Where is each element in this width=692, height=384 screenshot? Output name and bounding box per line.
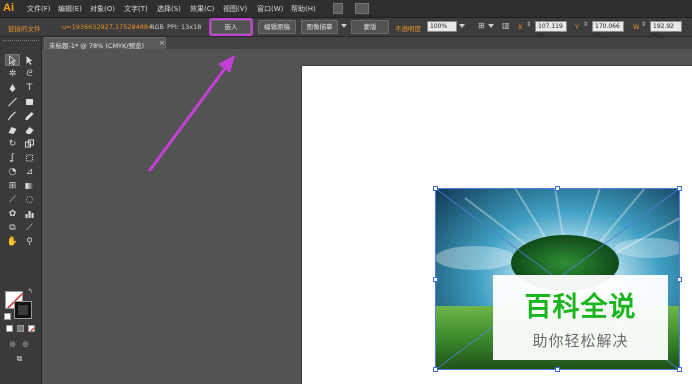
- menu-window[interactable]: 窗口(W): [257, 4, 283, 14]
- image-trace-button[interactable]: 图像描摹: [301, 20, 338, 34]
- menu-effect[interactable]: 效果(C): [190, 4, 214, 14]
- bounding-handle-top-right[interactable]: [677, 186, 682, 191]
- bounding-handle-bottom-left[interactable]: [433, 367, 438, 372]
- y-input[interactable]: 170.066 m: [592, 21, 624, 39]
- arrange-documents-icon[interactable]: [355, 3, 369, 14]
- paintbrush-tool-icon[interactable]: [5, 110, 20, 122]
- menu-bar: Ai 文件(F) 编辑(E) 对象(O) 文字(T) 选择(S) 效果(C) 视…: [0, 0, 692, 18]
- bounding-handle-bottom[interactable]: [555, 367, 560, 372]
- x-input[interactable]: 107.119 m: [535, 21, 567, 39]
- edit-original-button[interactable]: 编辑原稿: [258, 20, 296, 34]
- screen-mode-icon[interactable]: ⧉: [12, 353, 27, 365]
- default-colors-icon[interactable]: [4, 313, 11, 320]
- ppi-value: PPI: 13x18: [167, 23, 202, 31]
- menu-help[interactable]: 帮助(H): [291, 4, 316, 14]
- scale-tool-icon[interactable]: [22, 138, 37, 150]
- watermark-box: 百科全说 助你轻松解决: [493, 275, 668, 360]
- bounding-handle-left[interactable]: [433, 277, 438, 282]
- linked-file-label[interactable]: 链接的文件: [8, 23, 41, 33]
- warp-tool-icon[interactable]: ʆ: [5, 152, 20, 164]
- x-label: X: [518, 23, 523, 31]
- rotate-tool-icon[interactable]: ↻: [5, 138, 20, 150]
- pen-tool-icon[interactable]: [5, 82, 20, 94]
- column-graph-tool-icon[interactable]: [22, 208, 37, 220]
- embed-button[interactable]: 嵌入: [209, 18, 253, 36]
- w-stepper-icon[interactable]: ⇕: [641, 21, 646, 28]
- swap-fill-stroke-icon[interactable]: ↰: [26, 287, 34, 295]
- symbol-sprayer-tool-icon[interactable]: ✿: [5, 208, 20, 220]
- opacity-label[interactable]: 不透明度: [395, 23, 421, 33]
- watermark-subtitle: 助你轻松解决: [532, 332, 629, 350]
- mask-button[interactable]: 蒙版: [351, 20, 389, 34]
- menu-type[interactable]: 文字(T): [124, 4, 148, 14]
- selection-tool-icon[interactable]: [5, 54, 20, 66]
- watermark-title: 百科全说: [524, 292, 637, 323]
- lasso-tool-icon[interactable]: ᘓ: [22, 68, 37, 80]
- y-label: Y: [575, 23, 579, 31]
- panel-grip[interactable]: [3, 40, 39, 44]
- document-tab-bar: 未标题-1* @ 78% (CMYK/预览) ×: [42, 37, 692, 50]
- image-trace-dropdown-icon[interactable]: [341, 24, 347, 28]
- menu-edit[interactable]: 编辑(E): [58, 4, 82, 14]
- linked-filename[interactable]: u=1936632927,175284884...: [62, 23, 158, 31]
- x-stepper-icon[interactable]: ⇕: [526, 21, 531, 28]
- menu-select[interactable]: 选择(S): [157, 4, 181, 14]
- opacity-dropdown-icon[interactable]: [459, 24, 465, 28]
- control-bar: 链接的文件 u=1936632927,175284884... RGB PPI:…: [0, 18, 692, 39]
- opacity-input[interactable]: 100%: [427, 21, 457, 32]
- type-tool-icon[interactable]: T: [22, 82, 37, 94]
- eraser-tool-icon[interactable]: [22, 124, 37, 136]
- gradient-tool-icon[interactable]: [22, 180, 37, 192]
- slice-tool-icon[interactable]: ⟋: [22, 222, 37, 234]
- color-mode-icon[interactable]: [6, 325, 13, 332]
- bounding-handle-top[interactable]: [555, 186, 560, 191]
- blend-tool-icon[interactable]: ◌: [22, 194, 37, 206]
- none-mode-icon[interactable]: [28, 325, 35, 332]
- artboard-tool-icon[interactable]: ⧉: [5, 222, 20, 234]
- reference-point-icon[interactable]: ⊞: [478, 21, 485, 30]
- menu-view[interactable]: 视图(V): [223, 4, 247, 14]
- menu-file[interactable]: 文件(F): [27, 4, 51, 14]
- magic-wand-tool-icon[interactable]: ✲: [5, 68, 20, 80]
- y-stepper-icon[interactable]: ⇕: [583, 21, 588, 28]
- w-label: W: [633, 23, 640, 31]
- bounding-handle-top-left[interactable]: [433, 186, 438, 191]
- tools-panel: ✲ ᘓ T ↻ ʆ ◔ ⊿ ⊞ ⟋ ◌ ✿ ⧉ ⟋ ✋ ⚲ ↰ ◎ ◎ ⧉: [0, 37, 42, 384]
- draw-behind-icon[interactable]: ◎: [18, 338, 33, 350]
- shape-builder-tool-icon[interactable]: ◔: [5, 166, 20, 178]
- zoom-tool-icon[interactable]: ⚲: [22, 236, 37, 248]
- blob-brush-tool-icon[interactable]: [5, 124, 20, 136]
- color-mode: RGB: [150, 23, 165, 31]
- reference-point-dropdown-icon[interactable]: [488, 24, 494, 28]
- eyedropper-tool-icon[interactable]: ⟋: [5, 194, 20, 206]
- pencil-tool-icon[interactable]: [22, 110, 37, 122]
- hand-tool-icon[interactable]: ✋: [5, 236, 20, 248]
- rectangle-tool-icon[interactable]: [22, 96, 37, 108]
- bridge-icon[interactable]: [333, 3, 343, 14]
- stroke-swatch[interactable]: [14, 301, 32, 319]
- document-tab[interactable]: 未标题-1* @ 78% (CMYK/预览) ×: [44, 37, 166, 50]
- gradient-mode-icon[interactable]: [17, 325, 24, 332]
- bounding-handle-right[interactable]: [677, 277, 682, 282]
- free-transform-tool-icon[interactable]: [22, 152, 37, 164]
- menu-object[interactable]: 对象(O): [90, 4, 115, 14]
- canvas-area[interactable]: 百科全说 助你轻松解决: [42, 49, 692, 384]
- direct-selection-tool-icon[interactable]: [22, 54, 37, 66]
- app-logo: Ai: [3, 2, 14, 14]
- line-segment-tool-icon[interactable]: [5, 96, 20, 108]
- perspective-grid-tool-icon[interactable]: ⊿: [22, 166, 37, 178]
- align-icon[interactable]: ▥: [502, 21, 510, 30]
- mesh-tool-icon[interactable]: ⊞: [5, 180, 20, 192]
- bounding-handle-bottom-right[interactable]: [677, 367, 682, 372]
- close-tab-icon[interactable]: ×: [159, 39, 165, 47]
- w-input[interactable]: 192.92 m: [650, 21, 682, 39]
